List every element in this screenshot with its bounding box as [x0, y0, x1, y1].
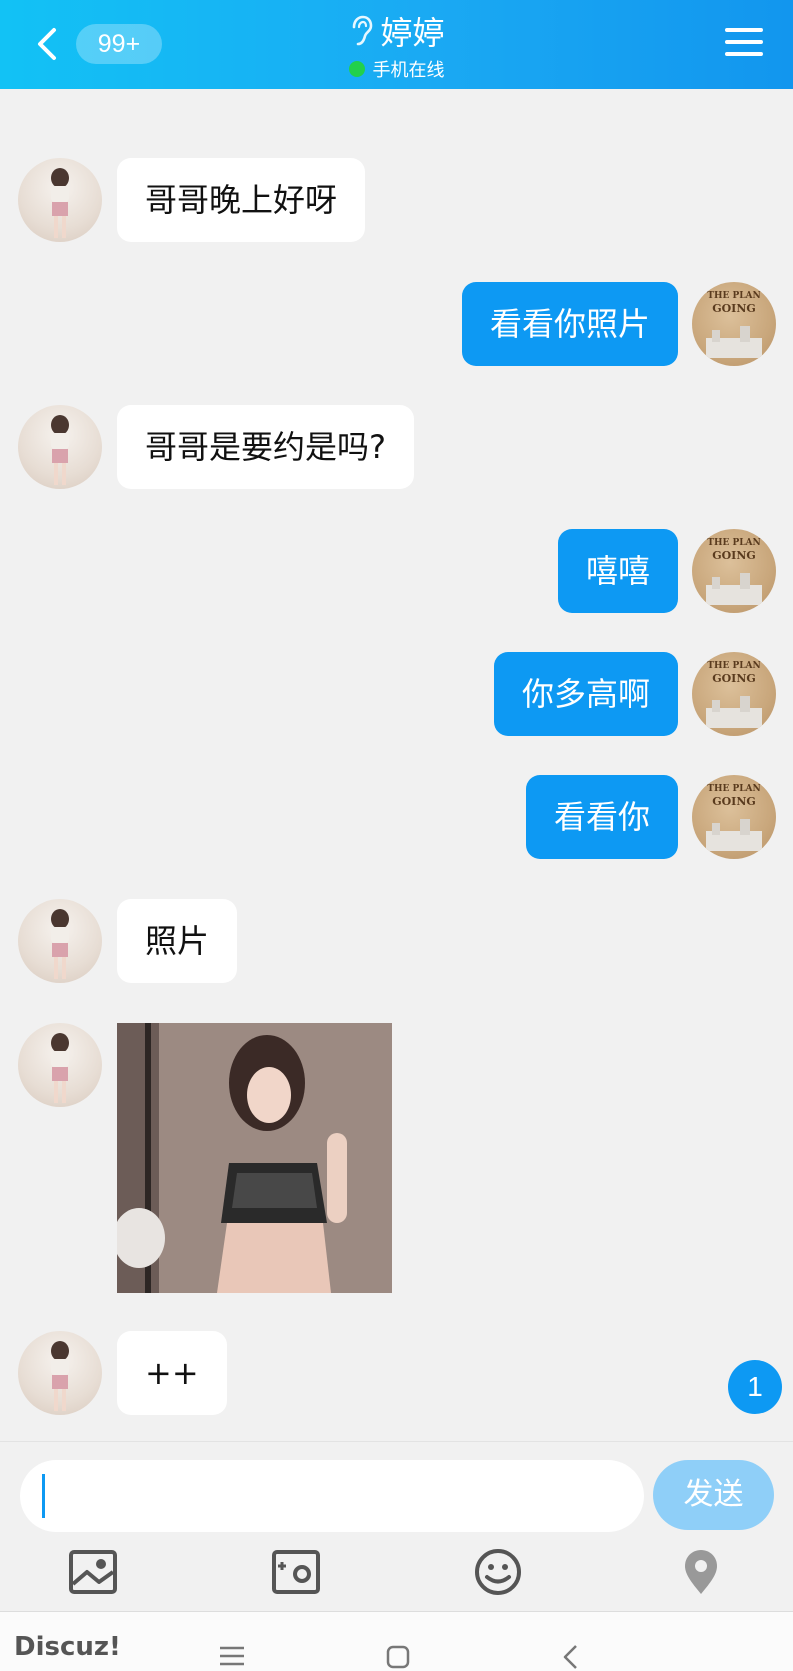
book-cover-icon: THE PLAN GOING — [706, 538, 762, 605]
my-avatar[interactable]: THE PLAN GOING — [692, 775, 776, 859]
ear-icon — [353, 15, 373, 46]
online-status-label: 手机在线 — [372, 60, 445, 81]
svg-text:THE PLAN: THE PLAN — [707, 291, 761, 301]
contact-avatar[interactable] — [18, 1331, 102, 1415]
contact-avatar[interactable] — [18, 899, 102, 983]
book-cover-icon: THE PLAN GOING — [706, 291, 762, 358]
incoming-message[interactable]: 照片 — [117, 899, 238, 983]
contact-avatar[interactable] — [18, 1023, 102, 1107]
composer: 发送 — [0, 1441, 793, 1611]
contact-avatar[interactable] — [18, 158, 102, 242]
gallery-icon — [69, 1550, 117, 1594]
woman-figure-icon — [51, 1033, 69, 1103]
woman-figure-icon — [51, 1341, 69, 1411]
location-icon — [685, 1550, 717, 1594]
emoji-icon — [475, 1549, 521, 1595]
svg-text:GOING: GOING — [712, 549, 756, 562]
woman-figure-icon — [51, 909, 69, 979]
svg-text:THE PLAN: THE PLAN — [707, 538, 761, 548]
recents-icon[interactable] — [218, 1644, 246, 1668]
svg-text:THE PLAN: THE PLAN — [707, 661, 761, 671]
home-icon[interactable] — [385, 1644, 411, 1670]
system-nav-bar: Discuz! — [0, 1611, 793, 1671]
emoji-button[interactable] — [472, 1548, 524, 1596]
svg-text:GOING: GOING — [712, 672, 756, 685]
chat-header: 99+ 婷婷 手机在线 — [0, 0, 793, 89]
woman-figure-icon — [51, 168, 69, 238]
incoming-message[interactable]: 哥哥晚上好呀 — [117, 158, 366, 242]
text-caret — [42, 1474, 45, 1518]
camera-button[interactable] — [270, 1548, 322, 1596]
svg-text:THE PLAN: THE PLAN — [707, 784, 761, 794]
watermark: Discuz! — [14, 1632, 121, 1662]
incoming-message[interactable]: ++ — [117, 1331, 227, 1415]
page-title: 婷婷 — [380, 14, 445, 52]
back-nav-icon[interactable] — [560, 1644, 580, 1670]
my-avatar[interactable]: THE PLAN GOING — [692, 529, 776, 613]
chat-title-block[interactable]: 婷婷 手机在线 — [0, 8, 793, 82]
incoming-message[interactable]: 哥哥是要约是吗? — [117, 405, 414, 489]
outgoing-message[interactable]: 嘻嘻 — [557, 529, 678, 613]
message-input[interactable] — [20, 1460, 644, 1532]
image-message[interactable] — [117, 1023, 392, 1293]
my-avatar[interactable]: THE PLAN GOING — [692, 652, 776, 736]
menu-button[interactable] — [725, 26, 763, 58]
online-dot-icon — [348, 61, 365, 77]
contact-avatar[interactable] — [18, 405, 102, 489]
location-button[interactable] — [675, 1548, 727, 1596]
svg-text:GOING: GOING — [712, 302, 756, 315]
my-avatar[interactable]: THE PLAN GOING — [692, 282, 776, 366]
svg-text:GOING: GOING — [712, 795, 756, 808]
gallery-button[interactable] — [67, 1548, 119, 1596]
camera-icon — [272, 1550, 320, 1594]
book-cover-icon: THE PLAN GOING — [706, 661, 762, 728]
photo-image — [117, 1023, 392, 1293]
send-button[interactable]: 发送 — [653, 1460, 774, 1530]
book-cover-icon: THE PLAN GOING — [706, 784, 762, 851]
woman-figure-icon — [51, 415, 69, 485]
outgoing-message[interactable]: 你多高啊 — [493, 652, 678, 736]
outgoing-message[interactable]: 看看你 — [525, 775, 678, 859]
outgoing-message[interactable]: 看看你照片 — [461, 282, 678, 366]
online-status: 手机在线 — [348, 56, 445, 82]
new-message-count[interactable]: 1 — [728, 1360, 782, 1414]
